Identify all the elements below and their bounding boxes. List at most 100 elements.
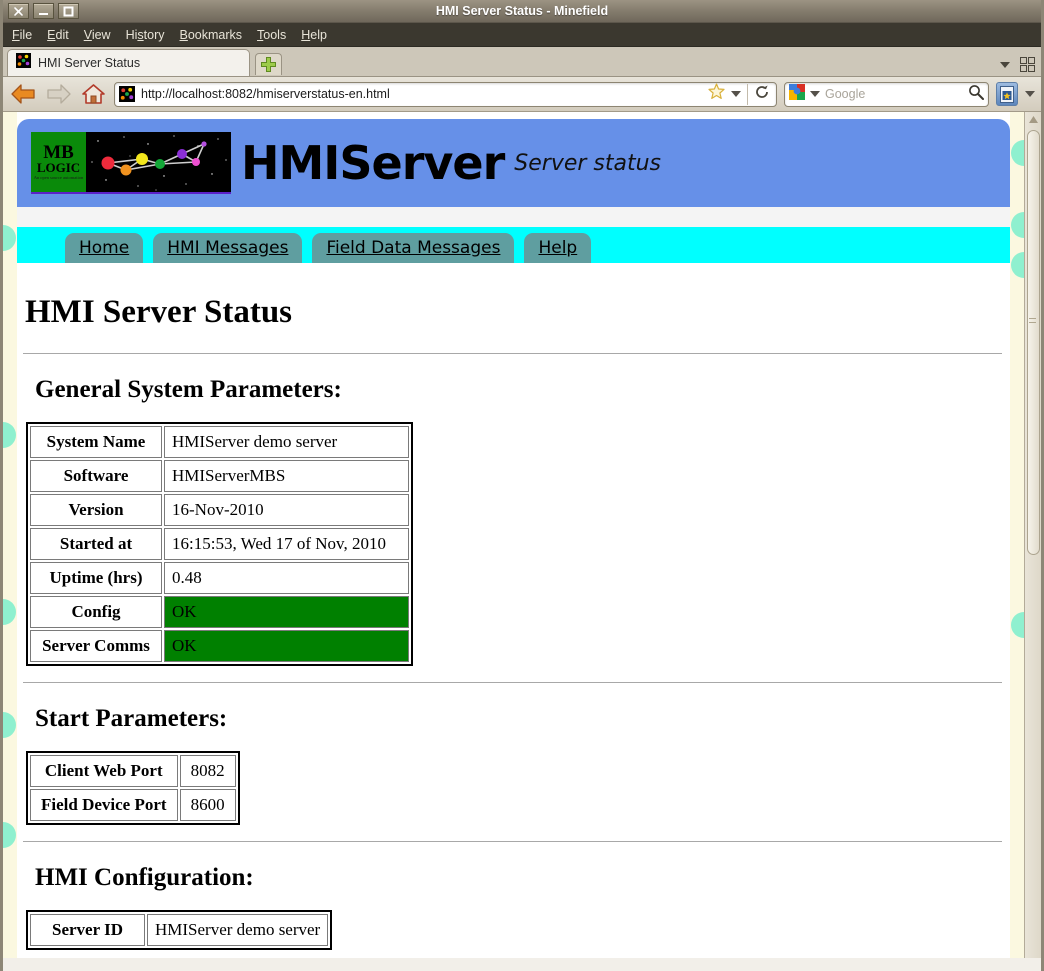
parameter-name-cell: System Name [30, 426, 162, 458]
parameter-name-cell: Started at [30, 528, 162, 560]
divider [23, 682, 1002, 683]
parameter-name-cell: Client Web Port [30, 755, 178, 787]
tab-favicon-icon [16, 53, 31, 73]
parameter-name-cell: Server Comms [30, 630, 162, 662]
right-decorative-margin [1010, 112, 1024, 958]
maximize-window-button[interactable] [58, 3, 79, 19]
address-dropdown-icon[interactable] [731, 91, 741, 97]
bookmark-star-button[interactable] [708, 83, 725, 105]
table-body: Client Web Port 8082 Field Device Port 8600 [30, 755, 236, 821]
menu-help[interactable]: Help [301, 28, 327, 42]
scrollbar-grip-icon [1028, 318, 1036, 323]
section-heading-start: Start Parameters: [35, 705, 228, 732]
table-row: Started at 16:15:53, Wed 17 of Nov, 2010 [30, 528, 409, 560]
magnifier-icon [969, 84, 984, 100]
menu-bookmarks[interactable]: Bookmarks [180, 28, 243, 42]
status-badge: OK [164, 596, 409, 628]
nav-tab-help[interactable]: Help [524, 233, 592, 263]
toolbar-overflow-icon[interactable] [1025, 91, 1035, 97]
parameter-name-cell: Field Device Port [30, 789, 178, 821]
parameter-value-cell: 8600 [179, 789, 236, 821]
site-banner: MB LOGIC An open source automation HMISe… [17, 119, 1010, 207]
parameter-name-cell: Uptime (hrs) [30, 562, 162, 594]
search-engine-dropdown-icon[interactable] [810, 91, 820, 97]
tab-title: HMI Server Status [38, 56, 141, 70]
tab-strip: HMI Server Status [3, 47, 1041, 77]
parameter-value-cell: 16-Nov-2010 [164, 494, 409, 526]
content-viewport: MB LOGIC An open source automation HMISe… [3, 112, 1041, 958]
constellation-image [86, 132, 231, 192]
bookmarks-icon [1000, 85, 1014, 103]
search-submit-button[interactable] [968, 84, 984, 105]
toolbar-divider [747, 83, 748, 105]
back-button[interactable] [9, 81, 37, 107]
scrollbar-thumb[interactable] [1027, 130, 1040, 555]
forward-arrow-icon [46, 84, 71, 104]
table-row: System Name HMIServer demo server [30, 426, 409, 458]
menu-bar: File Edit View History Bookmarks Tools H… [3, 23, 1041, 47]
plus-icon [261, 57, 276, 72]
browser-tab-active[interactable]: HMI Server Status [7, 49, 250, 76]
reload-button[interactable] [754, 84, 773, 105]
home-button[interactable] [79, 81, 107, 107]
table-row: Uptime (hrs) 0.48 [30, 562, 409, 594]
menu-tools[interactable]: Tools [257, 28, 286, 42]
forward-button[interactable] [44, 81, 72, 107]
logo-line-2: LOGIC [36, 159, 81, 175]
parameter-value-cell: HMIServer demo server [164, 426, 409, 458]
parameter-value-cell: 16:15:53, Wed 17 of Nov, 2010 [164, 528, 409, 560]
status-badge: OK [164, 630, 409, 662]
menu-edit[interactable]: Edit [47, 28, 69, 42]
star-icon [708, 83, 725, 99]
table-row: Software HMIServerMBS [30, 460, 409, 492]
search-bar[interactable]: Google [784, 81, 989, 107]
vertical-scrollbar[interactable] [1024, 112, 1041, 958]
nav-link-hmi-messages[interactable]: HMI Messages [167, 238, 288, 258]
page-app-title: HMIServer [241, 136, 505, 190]
mblogic-logo: MB LOGIC An open source automation [31, 132, 231, 194]
menu-history[interactable]: History [126, 28, 165, 42]
bookmarks-sidebar-button[interactable] [996, 82, 1018, 106]
nav-tab-home[interactable]: Home [65, 233, 144, 263]
new-tab-button[interactable] [255, 53, 282, 75]
nav-link-home[interactable]: Home [79, 238, 129, 258]
close-window-button[interactable] [8, 3, 29, 19]
table-body: Server ID HMIServer demo server [30, 914, 329, 946]
search-input[interactable]: Google [825, 87, 963, 101]
page-title: HMI Server Status [25, 294, 293, 330]
nav-link-help[interactable]: Help [538, 238, 577, 258]
parameter-name-cell: Server ID [30, 914, 145, 946]
mblogic-wordmark: MB LOGIC An open source automation [31, 132, 86, 192]
navigation-toolbar: http://localhost:8082/hmiserverstatus-en… [3, 77, 1041, 112]
parameter-name-cell: Config [30, 596, 162, 628]
parameter-value-cell: HMIServer demo server [147, 914, 329, 946]
nav-tab-hmi-messages[interactable]: HMI Messages [153, 233, 303, 263]
menu-file[interactable]: File [12, 28, 32, 42]
tab-groups-icon[interactable] [1020, 57, 1035, 72]
site-favicon-icon [119, 86, 135, 102]
window-controls [3, 3, 79, 19]
minimize-window-button[interactable] [33, 3, 54, 19]
scroll-up-button[interactable] [1025, 112, 1041, 127]
table-row: Config OK [30, 596, 409, 628]
divider [23, 353, 1002, 354]
start-parameters-table: Client Web Port 8082 Field Device Port 8600 [26, 751, 240, 825]
window-title: HMI Server Status - Minefield [435, 4, 609, 18]
nav-link-field-data-messages[interactable]: Field Data Messages [326, 238, 500, 258]
address-bar[interactable]: http://localhost:8082/hmiserverstatus-en… [114, 81, 777, 107]
parameter-name-cell: Version [30, 494, 162, 526]
section-heading-hmiconfig: HMI Configuration: [35, 864, 254, 891]
chevron-up-icon [1028, 116, 1038, 123]
hmi-configuration-table: Server ID HMIServer demo server [26, 910, 333, 950]
parameter-name-cell: Software [30, 460, 162, 492]
divider [23, 841, 1002, 842]
general-system-parameters-table: System Name HMIServer demo server Software… [26, 422, 413, 666]
nav-tab-field-data-messages[interactable]: Field Data Messages [312, 233, 515, 263]
banner-gap [17, 207, 1010, 227]
menu-view[interactable]: View [84, 28, 111, 42]
page-subtitle: Server status [514, 150, 662, 176]
left-decorative-margin [3, 112, 17, 958]
web-page: MB LOGIC An open source automation HMISe… [3, 112, 1024, 958]
chevron-down-icon[interactable] [1000, 61, 1010, 68]
page-content: MB LOGIC An open source automation HMISe… [17, 112, 1010, 958]
